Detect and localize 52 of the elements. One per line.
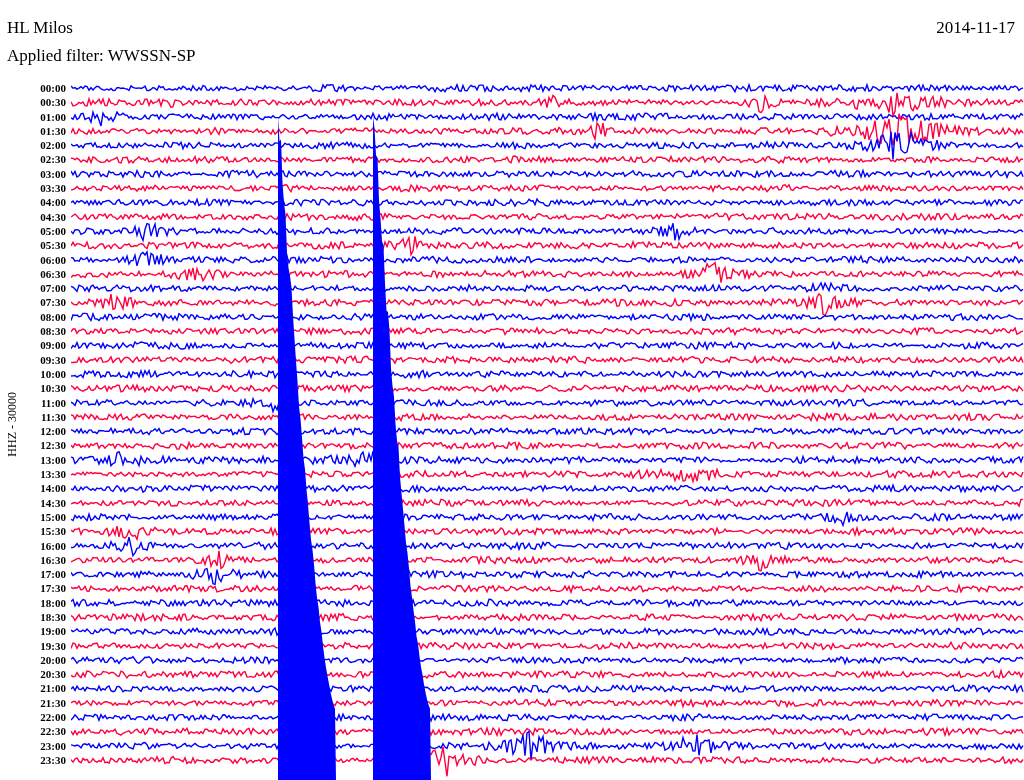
time-label: 23:30 — [40, 752, 66, 768]
time-label: 09:30 — [40, 352, 66, 367]
time-label: 13:30 — [40, 467, 66, 482]
time-label: 03:00 — [40, 166, 66, 182]
time-label: 06:30 — [40, 266, 66, 282]
time-label: 19:00 — [40, 624, 66, 639]
time-label: 10:30 — [40, 381, 66, 396]
time-label: 15:30 — [40, 524, 66, 539]
time-label: 14:00 — [40, 481, 66, 496]
time-label: 08:00 — [40, 309, 66, 325]
time-label: 14:30 — [40, 495, 66, 510]
date-label: 2014-11-17 — [936, 18, 1016, 39]
channel-label: HHZ - 30000 — [4, 391, 20, 457]
time-label: 06:00 — [40, 252, 66, 267]
time-label: 20:00 — [40, 652, 66, 668]
time-label: 16:30 — [40, 552, 66, 568]
time-label: 03:30 — [40, 181, 66, 196]
time-label: 13:00 — [40, 452, 66, 467]
time-label: 01:30 — [40, 123, 66, 139]
time-label: 05:30 — [40, 238, 66, 253]
time-label: 20:30 — [40, 667, 66, 682]
time-label: 22:30 — [40, 724, 66, 739]
time-label: 19:30 — [40, 638, 66, 653]
time-label: 01:00 — [40, 109, 66, 124]
time-label: 15:00 — [40, 509, 66, 525]
time-label: 17:30 — [40, 581, 66, 596]
time-label: 11:30 — [40, 409, 66, 425]
time-label: 09:00 — [40, 338, 66, 353]
time-label: 02:30 — [40, 152, 66, 167]
time-label: 22:00 — [40, 710, 66, 725]
time-label: 16:00 — [40, 538, 66, 553]
filter-label: Applied filter: WWSSN-SP — [7, 46, 196, 66]
time-label: 00:00 — [40, 81, 66, 96]
time-label: 12:30 — [40, 438, 66, 453]
time-label: 04:30 — [40, 209, 66, 224]
time-label: 18:00 — [40, 595, 66, 610]
time-label: 04:00 — [40, 195, 66, 210]
time-label: 07:00 — [40, 281, 66, 296]
time-label: 17:00 — [40, 567, 66, 582]
time-label: 10:00 — [40, 366, 66, 382]
time-label: 12:00 — [40, 424, 66, 439]
time-label: 21:30 — [40, 695, 66, 711]
time-label: 02:00 — [40, 138, 66, 153]
time-label: 05:00 — [40, 223, 66, 239]
station-name: HL Milos — [7, 18, 74, 38]
time-label: 00:30 — [40, 95, 66, 110]
time-label: 11:00 — [40, 395, 66, 410]
time-label: 08:30 — [40, 324, 66, 339]
time-label: 23:00 — [40, 738, 66, 753]
time-label: 21:00 — [40, 681, 66, 696]
time-label: 07:30 — [40, 295, 66, 310]
time-label: 18:30 — [40, 610, 66, 625]
